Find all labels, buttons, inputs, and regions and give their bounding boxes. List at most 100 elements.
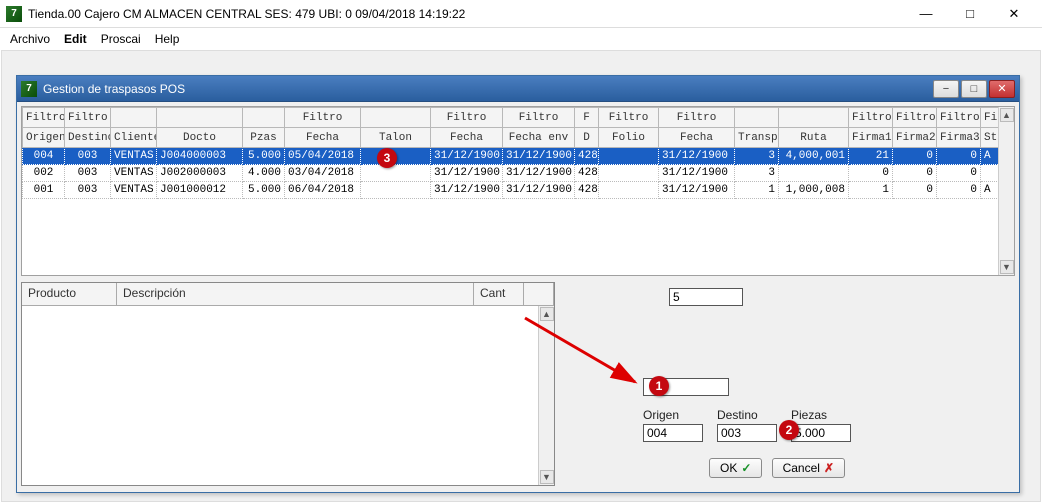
menu-help[interactable]: Help <box>155 32 180 46</box>
col-transp[interactable]: Transp <box>735 128 779 148</box>
cell-ruta <box>779 165 849 182</box>
cell-transp: 3 <box>735 148 779 165</box>
scroll-down-icon[interactable]: ▼ <box>1000 260 1014 274</box>
destino-input[interactable] <box>717 424 777 442</box>
cell-d: 428 <box>575 182 599 199</box>
cell-destino: 003 <box>65 182 111 199</box>
close-button[interactable]: ✕ <box>992 2 1036 26</box>
piezas-input[interactable] <box>791 424 851 442</box>
filter-firma3[interactable]: Filtro <box>937 108 981 128</box>
col-fecha2[interactable]: Fecha <box>431 128 503 148</box>
cell-transp: 1 <box>735 182 779 199</box>
filter-fecha2[interactable]: Filtro <box>431 108 503 128</box>
col-firma2[interactable]: Firma2 <box>893 128 937 148</box>
destino-label: Destino <box>717 408 758 422</box>
col-cliente[interactable]: Cliente <box>111 128 157 148</box>
maximize-button[interactable]: □ <box>948 2 992 26</box>
filter-firma2[interactable]: Filtro <box>893 108 937 128</box>
mdi-area: 7 Gestion de traspasos POS − □ ✕ <box>1 50 1041 502</box>
cell-origen: 001 <box>23 182 65 199</box>
ok-button[interactable]: OK ✓ <box>709 458 762 478</box>
minimize-button[interactable]: ― <box>904 2 948 26</box>
cell-fecha_env: 31/12/1900 <box>503 148 575 165</box>
filter-d[interactable]: F <box>575 108 599 128</box>
cell-origen: 002 <box>23 165 65 182</box>
main-grid: Filtro Filtro Filtro Filtro Filtro F Fil… <box>21 106 1015 276</box>
menu-edit[interactable]: Edit <box>64 32 87 46</box>
child-maximize-button[interactable]: □ <box>961 80 987 98</box>
child-titlebar: 7 Gestion de traspasos POS − □ ✕ <box>17 76 1019 102</box>
cell-cliente: VENTAS <box>111 148 157 165</box>
table-row[interactable]: 004003VENTASJ0040000035.00005/04/201831/… <box>23 148 1016 165</box>
cell-talon <box>361 165 431 182</box>
col-fecha[interactable]: Fecha <box>285 128 361 148</box>
cell-fecha2: 31/12/1900 <box>431 182 503 199</box>
col-producto[interactable]: Producto <box>22 283 117 305</box>
cell-d: 428 <box>575 148 599 165</box>
cell-docto: J004000003 <box>157 148 243 165</box>
cell-d: 428 <box>575 165 599 182</box>
cell-pzas: 5.000 <box>243 182 285 199</box>
scroll-up-icon[interactable]: ▲ <box>540 307 554 321</box>
col-fecha3[interactable]: Fecha <box>659 128 735 148</box>
scroll-up-icon[interactable]: ▲ <box>1000 108 1014 122</box>
col-origen[interactable]: Origen <box>23 128 65 148</box>
col-folio[interactable]: Folio <box>599 128 659 148</box>
menu-archivo[interactable]: Archivo <box>10 32 50 46</box>
col-extra[interactable] <box>524 283 554 305</box>
grid-scrollbar[interactable]: ▲ ▼ <box>998 107 1014 275</box>
cell-fecha: 03/04/2018 <box>285 165 361 182</box>
badge-3: 3 <box>377 148 397 168</box>
cell-fecha3: 31/12/1900 <box>659 148 735 165</box>
col-ruta[interactable]: Ruta <box>779 128 849 148</box>
child-minimize-button[interactable]: − <box>933 80 959 98</box>
piezas-label: Piezas <box>791 408 827 422</box>
filter-origen[interactable]: Filtro <box>23 108 65 128</box>
col-talon[interactable]: Talon <box>361 128 431 148</box>
count-input[interactable] <box>669 288 743 306</box>
cell-docto: J001000012 <box>157 182 243 199</box>
cell-fecha3: 31/12/1900 <box>659 182 735 199</box>
filter-fecha[interactable]: Filtro <box>285 108 361 128</box>
col-firma3[interactable]: Firma3 <box>937 128 981 148</box>
cancel-button[interactable]: Cancel ✗ <box>772 458 845 478</box>
cell-fecha: 05/04/2018 <box>285 148 361 165</box>
cell-destino: 003 <box>65 148 111 165</box>
filter-firma1[interactable]: Filtro <box>849 108 893 128</box>
cell-docto: J002000003 <box>157 165 243 182</box>
cell-firma3: 0 <box>937 182 981 199</box>
filter-fechaenv[interactable]: Filtro <box>503 108 575 128</box>
filter-folio[interactable]: Filtro <box>599 108 659 128</box>
filter-fecha3[interactable]: Filtro <box>659 108 735 128</box>
col-docto[interactable]: Docto <box>157 128 243 148</box>
col-descripcion[interactable]: Descripción <box>117 283 474 305</box>
scroll-down-icon[interactable]: ▼ <box>540 470 554 484</box>
col-firma1[interactable]: Firma1 <box>849 128 893 148</box>
filter-destino[interactable]: Filtro <box>65 108 111 128</box>
col-pzas[interactable]: Pzas <box>243 128 285 148</box>
menu-proscai[interactable]: Proscai <box>101 32 141 46</box>
origen-input[interactable] <box>643 424 703 442</box>
cell-talon <box>361 182 431 199</box>
grid-table[interactable]: Filtro Filtro Filtro Filtro Filtro F Fil… <box>22 107 1015 199</box>
cell-firma3: 0 <box>937 165 981 182</box>
cell-fecha_env: 31/12/1900 <box>503 165 575 182</box>
cell-firma2: 0 <box>893 165 937 182</box>
col-cant[interactable]: Cant <box>474 283 524 305</box>
cell-cliente: VENTAS <box>111 182 157 199</box>
menubar: Archivo Edit Proscai Help <box>0 28 1042 50</box>
cell-cliente: VENTAS <box>111 165 157 182</box>
col-fechaenv[interactable]: Fecha env <box>503 128 575 148</box>
cell-firma2: 0 <box>893 148 937 165</box>
detail-scrollbar[interactable]: ▲ ▼ <box>538 306 554 485</box>
col-destino[interactable]: Destino <box>65 128 111 148</box>
cell-firma1: 1 <box>849 182 893 199</box>
right-panel: Origen Destino Piezas OK ✓ Cancel ✗ <box>563 282 1013 486</box>
cell-firma1: 21 <box>849 148 893 165</box>
cell-origen: 004 <box>23 148 65 165</box>
col-d[interactable]: D <box>575 128 599 148</box>
child-close-button[interactable]: ✕ <box>989 80 1015 98</box>
detail-body[interactable] <box>22 306 538 485</box>
table-row[interactable]: 001003VENTASJ0010000125.00006/04/201831/… <box>23 182 1016 199</box>
table-row[interactable]: 002003VENTASJ0020000034.00003/04/201831/… <box>23 165 1016 182</box>
